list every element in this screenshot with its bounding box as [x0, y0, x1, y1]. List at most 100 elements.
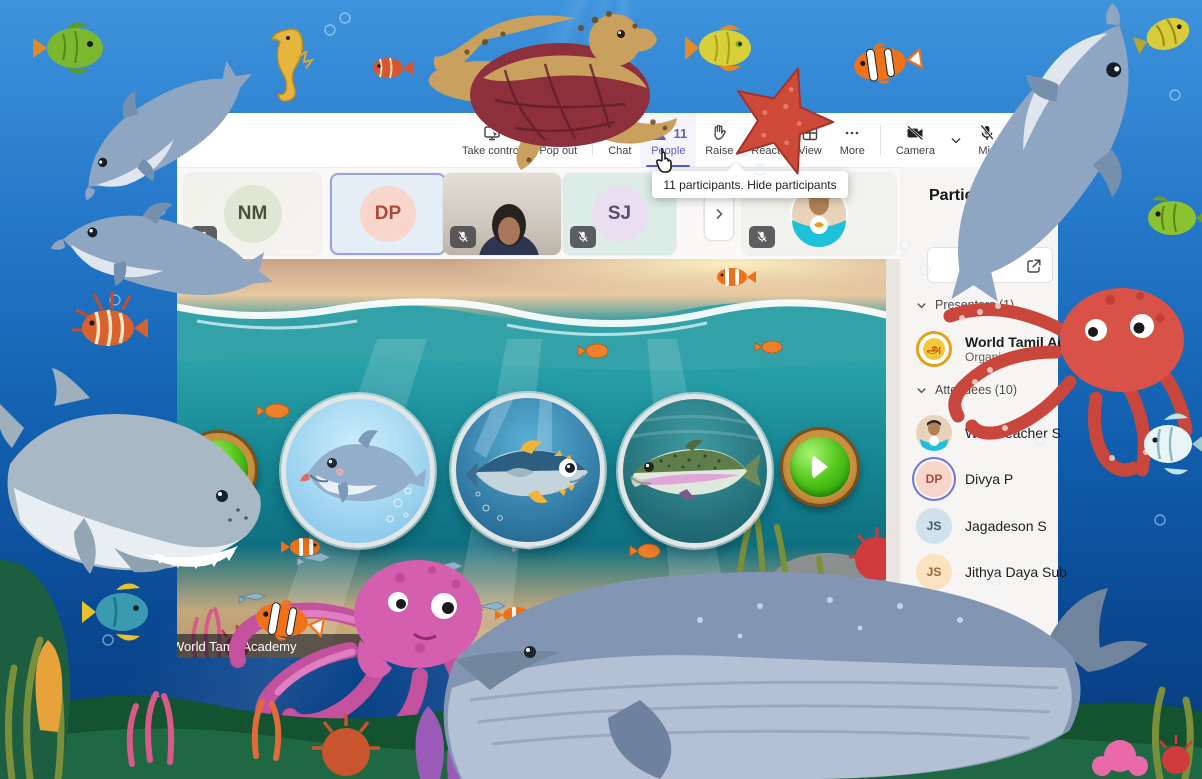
avatar: SJ: [592, 186, 648, 242]
dolphin-option-button[interactable]: [281, 394, 435, 548]
chevron-down-icon: [946, 130, 966, 150]
toolbar-divider: [592, 125, 593, 155]
take-control-button[interactable]: Take control: [453, 113, 530, 167]
muted-mic-badge: [749, 226, 775, 248]
more-button[interactable]: More: [831, 113, 874, 167]
chevron-down-icon: [916, 300, 927, 311]
react-icon: [756, 123, 776, 143]
initials-avatar: DP: [916, 461, 952, 497]
attendees-section-header[interactable]: Attendees (10): [916, 383, 1017, 397]
view-icon: [800, 123, 820, 143]
react-button[interactable]: React: [742, 113, 789, 167]
chat-button[interactable]: Chat: [599, 113, 640, 167]
take-control-icon: [482, 123, 502, 143]
chat-icon: [610, 123, 630, 143]
participant-tile-dp[interactable]: DP: [330, 173, 446, 255]
presenters-section-header[interactable]: Presenters (1): [916, 298, 1014, 312]
shared-screen: World Tamil Academy: [177, 259, 886, 658]
camera-off-icon: [905, 123, 925, 143]
mic-off-icon: [456, 230, 470, 244]
window-gap: [886, 259, 900, 658]
small-red-fish: [373, 58, 413, 78]
chevron-right-icon: [713, 208, 725, 220]
next-button[interactable]: [780, 427, 860, 507]
react-label: React: [751, 145, 780, 157]
participant-row-jithya[interactable]: JS Jithya Daya Sub: [916, 550, 1066, 594]
striped-lionfish: [72, 292, 148, 346]
participant-role: Organizer: [965, 350, 1073, 364]
raise-hand-icon: [709, 123, 729, 143]
pop-out-icon: [548, 123, 568, 143]
more-label: More: [840, 145, 865, 157]
people-tooltip: 11 participants. Hide participants: [652, 171, 848, 198]
blue-yellow-fish: [82, 583, 148, 640]
meeting-screen: Take control Pop out Chat: [0, 0, 1202, 779]
camera-options-button[interactable]: [944, 113, 968, 167]
participant-name: World Tamil Aca: [965, 334, 1073, 350]
photo-avatar: [916, 415, 952, 451]
cartoon-tuna: [456, 398, 600, 542]
mic-button[interactable]: Mic: [968, 113, 1006, 167]
mouse-cursor: [654, 147, 676, 173]
tuna-option-button[interactable]: [451, 393, 605, 547]
avatar: DP: [360, 186, 416, 242]
initials-avatar: JS: [916, 554, 952, 590]
pop-out-label: Pop out: [539, 145, 577, 157]
view-label: View: [798, 145, 822, 157]
panel-title: Participants: [929, 187, 1021, 205]
participant-row-organizer[interactable]: அ World Tamil Aca Organizer: [916, 322, 1066, 376]
participant-name: WTA Teacher S: [965, 425, 1061, 441]
yellow-fish-right: [1131, 12, 1194, 59]
participant-name: Jagadeson S: [965, 518, 1047, 534]
seahorse: [272, 29, 312, 101]
pop-out-button[interactable]: Pop out: [530, 113, 586, 167]
camera-button[interactable]: Camera: [887, 113, 944, 167]
people-icon: [649, 123, 669, 143]
chat-label: Chat: [608, 145, 631, 157]
mic-off-icon: [977, 123, 997, 143]
mic-off-icon: [576, 230, 590, 244]
muted-mic-badge: [570, 226, 596, 248]
yellow-fish: [685, 25, 751, 71]
initials-avatar: JS: [916, 508, 952, 544]
more-icon: [842, 123, 862, 143]
participant-name: Divya P: [965, 471, 1013, 487]
arrow-left-icon: [203, 455, 233, 485]
muted-mic-badge: [450, 226, 476, 248]
muted-mic-badge: [191, 226, 217, 248]
share-invite-icon: [1024, 256, 1044, 276]
participant-tile-nm[interactable]: NM: [184, 173, 321, 255]
participant-row-divya[interactable]: DP Divya P: [916, 457, 1066, 501]
clownfish-top-right: [851, 38, 924, 88]
white-teal-fish: [1144, 413, 1202, 474]
arrow-right-icon: [805, 452, 835, 482]
participant-search-input[interactable]: [927, 247, 1053, 283]
salmon-option-button[interactable]: [618, 394, 772, 548]
green-fish-right: [1148, 196, 1202, 235]
meeting-toolbar: Take control Pop out Chat: [177, 113, 1048, 167]
chevron-down-icon: [916, 385, 927, 396]
raise-button[interactable]: Raise: [696, 113, 742, 167]
take-control-label: Take control: [462, 145, 521, 157]
participant-name: Jithya Daya Sub: [965, 564, 1067, 580]
green-fish: [33, 22, 103, 73]
mic-off-icon: [197, 230, 211, 244]
participants-panel: Participants Presenters (1) அ World Tami…: [900, 167, 1058, 658]
presenters-header-label: Presenters (1): [935, 298, 1014, 312]
cartoon-dolphin: [286, 399, 430, 543]
camera-label: Camera: [896, 145, 935, 157]
toolbar-divider: [880, 125, 881, 155]
mic-off-icon: [755, 230, 769, 244]
presenter-watermark: World Tamil Academy: [177, 634, 384, 658]
view-button[interactable]: View: [789, 113, 831, 167]
organizer-logo-avatar: அ: [916, 331, 952, 367]
cartoon-salmon: [623, 399, 767, 543]
participant-row-wta-teacher[interactable]: WTA Teacher S: [916, 411, 1066, 455]
prev-button[interactable]: [178, 430, 258, 510]
tooltip-text: 11 participants. Hide participants: [663, 178, 836, 192]
participant-count-badge: 11: [673, 126, 687, 141]
participant-tile-video[interactable]: [443, 173, 561, 255]
avatar: NM: [224, 185, 282, 243]
participant-row-jagadeson[interactable]: JS Jagadeson S: [916, 504, 1066, 548]
mic-label: Mic: [978, 145, 995, 157]
